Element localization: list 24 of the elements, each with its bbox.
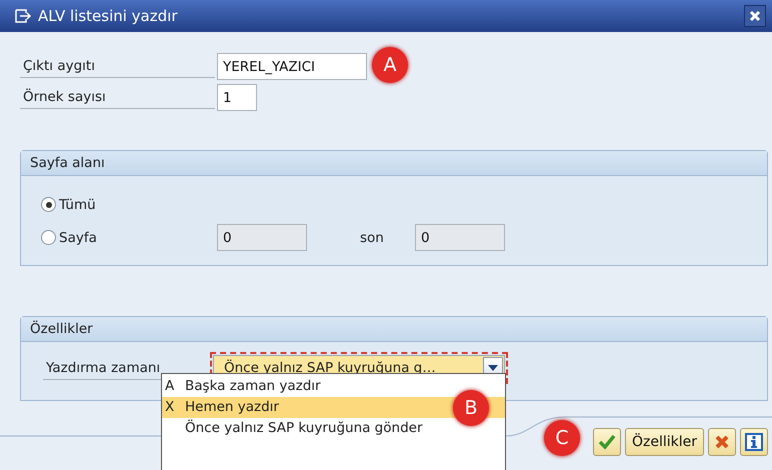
field-label: Örnek sayısı xyxy=(20,86,215,109)
cross-icon xyxy=(714,434,730,450)
input-field[interactable]: YEREL_YAZICI xyxy=(217,53,367,80)
group-title: Özellikler xyxy=(21,317,767,342)
radio-label: Sayfa xyxy=(59,230,98,246)
field-label: Çıktı aygıtı xyxy=(20,55,215,78)
close-icon xyxy=(749,10,761,22)
info-icon xyxy=(745,433,763,451)
group-title: Sayfa alanı xyxy=(21,151,767,176)
check-icon xyxy=(598,434,616,450)
radio-button[interactable] xyxy=(41,197,56,212)
cancel-button[interactable] xyxy=(708,428,736,456)
radio-label: Tümü xyxy=(59,196,97,212)
confirm-button[interactable] xyxy=(592,428,621,456)
radio-button[interactable] xyxy=(41,230,56,245)
info-button[interactable] xyxy=(740,428,768,456)
callout-badge: C xyxy=(544,420,580,456)
close-button[interactable] xyxy=(744,5,766,27)
field-label: son xyxy=(360,230,385,246)
properties-button[interactable]: Özellikler xyxy=(624,428,704,456)
window-title: ALV listesini yazdır xyxy=(38,7,178,25)
callout-badge: A xyxy=(372,47,408,83)
input-field[interactable]: 1 xyxy=(217,84,257,111)
print-icon xyxy=(14,8,32,24)
